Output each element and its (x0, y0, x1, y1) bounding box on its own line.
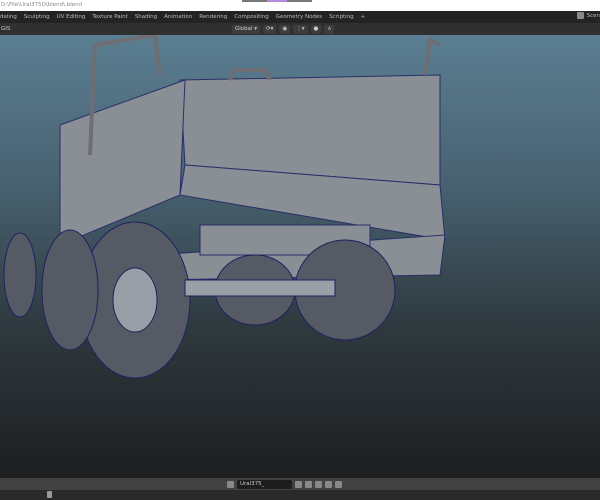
duplicate-icon[interactable] (305, 480, 312, 488)
orientation-label: Global (235, 25, 253, 32)
orientation-dropdown[interactable]: Global ▾ (232, 24, 261, 34)
mouse-icon (47, 491, 52, 498)
viewport-header: GIS Global ▾ ⟳▾ ◉ ⋮▾ ● ∧ (0, 23, 600, 35)
status-bar (0, 490, 600, 500)
close-icon[interactable] (325, 480, 332, 488)
pivot-dropdown[interactable]: ⟳▾ (263, 24, 277, 34)
tab-shading[interactable]: Shading (135, 14, 157, 20)
snap-toggle[interactable]: ◉ (279, 24, 291, 34)
bottom-header: Ural375_ (0, 478, 600, 490)
mode-label[interactable]: GIS (1, 26, 10, 32)
snap-dropdown[interactable]: ⋮▾ (293, 24, 308, 34)
3d-viewport[interactable] (0, 35, 600, 478)
tab-rendering[interactable]: Rendering (199, 14, 227, 20)
tab-sculpting[interactable]: Sculpting (24, 14, 50, 20)
fake-user-icon[interactable] (295, 480, 302, 488)
proportional-edit-toggle[interactable]: ● (310, 24, 322, 34)
tab-geometry-nodes[interactable]: Geometry Nodes (276, 14, 322, 20)
window-title: D:\File\Ural375D\blend\.blend (1, 2, 83, 8)
tab-compositing[interactable]: Compositing (234, 14, 268, 20)
pin-icon[interactable] (335, 480, 342, 488)
scene-selector[interactable]: Scen (587, 13, 600, 19)
tab-scripting[interactable]: Scripting (329, 14, 353, 20)
folder-icon[interactable] (315, 480, 322, 488)
tab-uv-editing[interactable]: UV Editing (57, 14, 86, 20)
tab-animation[interactable]: Animation (164, 14, 192, 20)
tab-modeling[interactable]: deling (0, 14, 17, 20)
progress-indicator (242, 0, 312, 2)
datablock-name-field[interactable]: Ural375_ (237, 479, 292, 489)
workspace-tabs: deling Sculpting UV Editing Texture Pain… (0, 11, 600, 23)
scene-icon[interactable] (576, 12, 584, 19)
add-workspace-button[interactable]: + (361, 14, 366, 20)
tab-texture-paint[interactable]: Texture Paint (92, 14, 128, 20)
truck-wireframe-model (3, 35, 446, 379)
editor-type-icon[interactable] (227, 480, 234, 488)
falloff-dropdown[interactable]: ∧ (324, 24, 335, 34)
title-bar: D:\File\Ural375D\blend\.blend (0, 0, 600, 11)
